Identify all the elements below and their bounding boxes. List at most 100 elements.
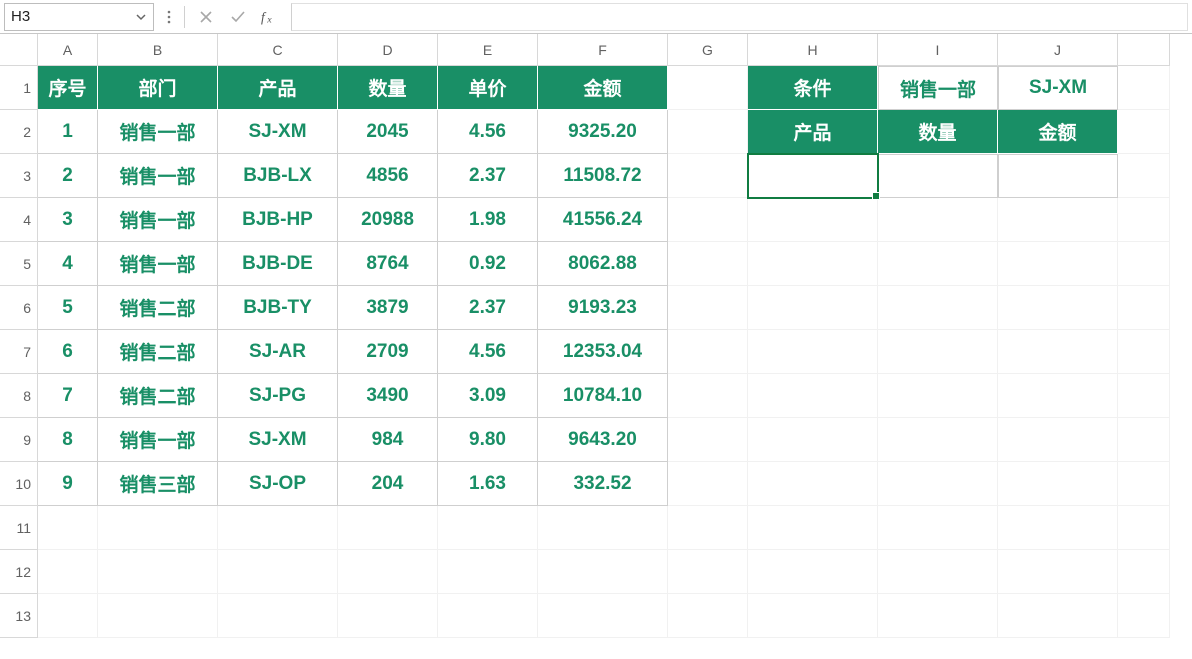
cell-D7[interactable]: 2709 [338,330,438,374]
cell-A10[interactable]: 9 [38,462,98,506]
cell-F10[interactable]: 332.52 [538,462,668,506]
cell-C3[interactable]: BJB-LX [218,154,338,198]
cell-F9[interactable]: 9643.20 [538,418,668,462]
cell-D13[interactable] [338,594,438,638]
cell-J10[interactable] [998,462,1118,506]
cell-I12[interactable] [878,550,998,594]
cell-K13[interactable] [1118,594,1170,638]
col-hdr-K[interactable] [1118,34,1170,66]
cell-I3[interactable] [878,154,998,198]
cell-H3[interactable] [748,154,878,198]
cell-K11[interactable] [1118,506,1170,550]
col-hdr-G[interactable]: G [668,34,748,66]
cell-G7[interactable] [668,330,748,374]
row-hdr-7[interactable]: 7 [0,330,38,374]
cell-I11[interactable] [878,506,998,550]
col-hdr-F[interactable]: F [538,34,668,66]
cell-C8[interactable]: SJ-PG [218,374,338,418]
cell-D5[interactable]: 8764 [338,242,438,286]
cell-K2[interactable] [1118,110,1170,154]
cell-E9[interactable]: 9.80 [438,418,538,462]
cell-C7[interactable]: SJ-AR [218,330,338,374]
cell-C6[interactable]: BJB-TY [218,286,338,330]
row-hdr-5[interactable]: 5 [0,242,38,286]
row-hdr-11[interactable]: 11 [0,506,38,550]
cell-A12[interactable] [38,550,98,594]
row-hdr-4[interactable]: 4 [0,198,38,242]
row-hdr-13[interactable]: 13 [0,594,38,638]
cell-H13[interactable] [748,594,878,638]
cell-F4[interactable]: 41556.24 [538,198,668,242]
cell-J1[interactable]: SJ-XM [998,66,1118,110]
cell-F2[interactable]: 9325.20 [538,110,668,154]
cell-B12[interactable] [98,550,218,594]
cell-H9[interactable] [748,418,878,462]
cell-C11[interactable] [218,506,338,550]
cell-J11[interactable] [998,506,1118,550]
name-box[interactable]: H3 [4,3,154,31]
row-hdr-6[interactable]: 6 [0,286,38,330]
cell-B8[interactable]: 销售二部 [98,374,218,418]
row-hdr-9[interactable]: 9 [0,418,38,462]
cell-B4[interactable]: 销售一部 [98,198,218,242]
cell-K10[interactable] [1118,462,1170,506]
cell-J4[interactable] [998,198,1118,242]
col-hdr-B[interactable]: B [98,34,218,66]
cell-A1[interactable]: 序号 [38,66,98,110]
cell-B1[interactable]: 部门 [98,66,218,110]
cell-H2[interactable]: 产品 [748,110,878,154]
cell-D1[interactable]: 数量 [338,66,438,110]
cell-A5[interactable]: 4 [38,242,98,286]
cell-K8[interactable] [1118,374,1170,418]
cell-I5[interactable] [878,242,998,286]
cell-B11[interactable] [98,506,218,550]
cell-A7[interactable]: 6 [38,330,98,374]
cell-H8[interactable] [748,374,878,418]
fx-icon[interactable]: f x [261,8,279,26]
cell-K6[interactable] [1118,286,1170,330]
cell-E12[interactable] [438,550,538,594]
cell-J6[interactable] [998,286,1118,330]
cell-J3[interactable] [998,154,1118,198]
cell-G13[interactable] [668,594,748,638]
cell-I6[interactable] [878,286,998,330]
cell-B3[interactable]: 销售一部 [98,154,218,198]
cell-E13[interactable] [438,594,538,638]
col-hdr-C[interactable]: C [218,34,338,66]
cell-J8[interactable] [998,374,1118,418]
col-hdr-A[interactable]: A [38,34,98,66]
cell-A6[interactable]: 5 [38,286,98,330]
cell-K5[interactable] [1118,242,1170,286]
cell-F6[interactable]: 9193.23 [538,286,668,330]
cancel-icon[interactable] [197,8,215,26]
cell-E10[interactable]: 1.63 [438,462,538,506]
cell-D8[interactable]: 3490 [338,374,438,418]
cell-A4[interactable]: 3 [38,198,98,242]
cell-A11[interactable] [38,506,98,550]
cell-G10[interactable] [668,462,748,506]
cell-K12[interactable] [1118,550,1170,594]
cell-C4[interactable]: BJB-HP [218,198,338,242]
cell-C5[interactable]: BJB-DE [218,242,338,286]
cell-B2[interactable]: 销售一部 [98,110,218,154]
cell-H12[interactable] [748,550,878,594]
cell-G8[interactable] [668,374,748,418]
col-hdr-E[interactable]: E [438,34,538,66]
cell-F3[interactable]: 11508.72 [538,154,668,198]
cell-I1[interactable]: 销售一部 [878,66,998,110]
cell-C9[interactable]: SJ-XM [218,418,338,462]
row-hdr-8[interactable]: 8 [0,374,38,418]
cell-D4[interactable]: 20988 [338,198,438,242]
col-hdr-J[interactable]: J [998,34,1118,66]
cell-G3[interactable] [668,154,748,198]
cell-E5[interactable]: 0.92 [438,242,538,286]
cell-F13[interactable] [538,594,668,638]
cell-F11[interactable] [538,506,668,550]
cell-I13[interactable] [878,594,998,638]
cell-I8[interactable] [878,374,998,418]
cell-G1[interactable] [668,66,748,110]
col-hdr-H[interactable]: H [748,34,878,66]
cell-A13[interactable] [38,594,98,638]
cell-E2[interactable]: 4.56 [438,110,538,154]
cell-D12[interactable] [338,550,438,594]
